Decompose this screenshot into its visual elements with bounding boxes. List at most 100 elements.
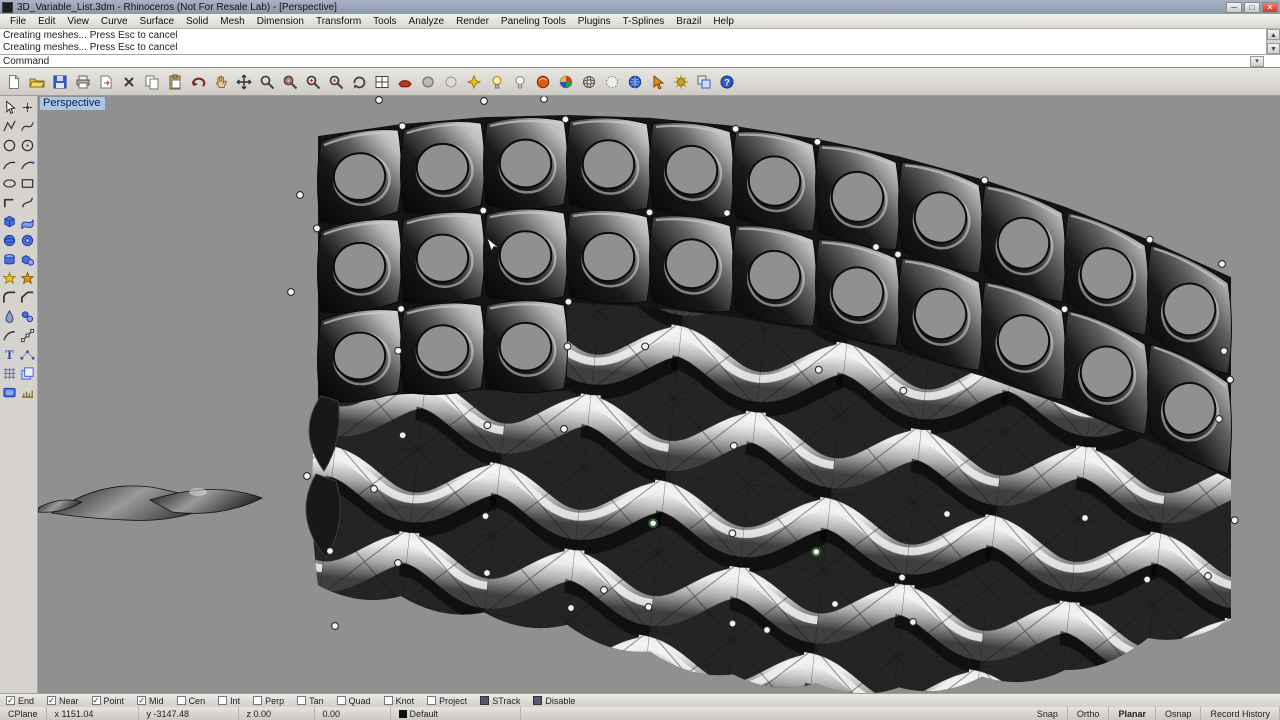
toggle-ortho[interactable]: Ortho xyxy=(1068,707,1110,720)
osnap-quad[interactable]: Quad xyxy=(337,696,371,706)
pan-hand-button[interactable] xyxy=(210,71,232,93)
checkbox-icon[interactable] xyxy=(218,696,227,705)
checkbox-icon[interactable] xyxy=(480,696,489,705)
sphere-solid-button[interactable] xyxy=(1,231,19,250)
osnap-cen[interactable]: Cen xyxy=(177,696,206,706)
delete-button[interactable] xyxy=(118,71,140,93)
minimize-button[interactable]: ─ xyxy=(1226,2,1242,13)
layer-copy-button[interactable] xyxy=(19,364,37,383)
print-button[interactable] xyxy=(72,71,94,93)
mesh-grid-button[interactable] xyxy=(1,364,19,383)
checkbox-icon[interactable] xyxy=(253,696,262,705)
checkbox-icon[interactable] xyxy=(297,696,306,705)
maximize-button[interactable]: □ xyxy=(1244,2,1260,13)
control-curve-button[interactable] xyxy=(19,117,37,136)
arc-tools-button[interactable] xyxy=(19,155,37,174)
osnap-tan[interactable]: Tan xyxy=(297,696,324,706)
save-button[interactable] xyxy=(49,71,71,93)
checkbox-icon[interactable] xyxy=(384,696,393,705)
zoom-extents-button[interactable] xyxy=(302,71,324,93)
menu-edit[interactable]: Edit xyxy=(32,16,61,27)
menu-file[interactable]: File xyxy=(4,16,32,27)
menu-transform[interactable]: Transform xyxy=(310,16,367,27)
menu-dimension[interactable]: Dimension xyxy=(251,16,310,27)
polyline-button[interactable] xyxy=(1,117,19,136)
export-button[interactable] xyxy=(95,71,117,93)
gear-options-button[interactable] xyxy=(670,71,692,93)
viewport-title-label[interactable]: Perspective xyxy=(40,97,105,110)
toggle-snap[interactable]: Snap xyxy=(1028,707,1068,720)
menu-mesh[interactable]: Mesh xyxy=(214,16,250,27)
undo-button[interactable] xyxy=(187,71,209,93)
pointer-tool-button[interactable] xyxy=(647,71,669,93)
sphere-wireframe-button[interactable] xyxy=(578,71,600,93)
command-input[interactable] xyxy=(53,56,1250,67)
menu-analyze[interactable]: Analyze xyxy=(403,16,451,27)
arc-blend-button[interactable] xyxy=(1,326,19,345)
zoom-selected-button[interactable] xyxy=(325,71,347,93)
render-mesh-button[interactable] xyxy=(394,71,416,93)
command-history-scrollbar[interactable]: ▲ ▼ xyxy=(1266,29,1280,54)
menu-help[interactable]: Help xyxy=(707,16,740,27)
corner-line-button[interactable] xyxy=(1,193,19,212)
panel-blue-button[interactable] xyxy=(1,383,19,402)
render-ball-button[interactable] xyxy=(532,71,554,93)
scroll-down-icon[interactable]: ▼ xyxy=(1267,43,1280,54)
fillet-button[interactable] xyxy=(1,288,19,307)
box-solid-button[interactable] xyxy=(1,212,19,231)
scale-handles-button[interactable] xyxy=(19,326,37,345)
rectangle-button[interactable] xyxy=(19,174,37,193)
open-folder-button[interactable] xyxy=(26,71,48,93)
point-tool-button[interactable] xyxy=(19,98,37,117)
solid-tools-button[interactable] xyxy=(19,250,37,269)
lamp-button[interactable] xyxy=(509,71,531,93)
menu-paneling-tools[interactable]: Paneling Tools xyxy=(495,16,572,27)
curve-tool-button[interactable] xyxy=(19,193,37,212)
lightbulb-button[interactable] xyxy=(486,71,508,93)
osnap-project[interactable]: Project xyxy=(427,696,467,706)
spotlight-button[interactable] xyxy=(463,71,485,93)
circle-button[interactable] xyxy=(1,136,19,155)
torus-solid-button[interactable] xyxy=(19,231,37,250)
earth-globe-button[interactable] xyxy=(624,71,646,93)
checkbox-icon[interactable] xyxy=(427,696,436,705)
checkbox-icon[interactable]: ✓ xyxy=(137,696,146,705)
boolean-burst-button[interactable] xyxy=(1,269,19,288)
menu-render[interactable]: Render xyxy=(450,16,495,27)
copy-button[interactable] xyxy=(141,71,163,93)
panel-manager-button[interactable] xyxy=(693,71,715,93)
text-tool-button[interactable]: T xyxy=(1,345,19,364)
checkbox-icon[interactable]: ✓ xyxy=(6,696,15,705)
boolean-burst2-button[interactable] xyxy=(19,269,37,288)
osnap-point[interactable]: ✓Point xyxy=(92,696,125,706)
chamfer-button[interactable] xyxy=(19,288,37,307)
checkbox-icon[interactable]: ✓ xyxy=(92,696,101,705)
layer-pane[interactable]: Default xyxy=(391,707,521,720)
axes-grid-button[interactable] xyxy=(19,383,37,402)
osnap-end[interactable]: ✓End xyxy=(6,696,34,706)
menu-curve[interactable]: Curve xyxy=(95,16,134,27)
menu-t-splines[interactable]: T-Splines xyxy=(617,16,671,27)
menu-plugins[interactable]: Plugins xyxy=(572,16,617,27)
viewport-layout-button[interactable] xyxy=(371,71,393,93)
move-cross-button[interactable] xyxy=(233,71,255,93)
checkbox-icon[interactable]: ✓ xyxy=(47,696,56,705)
menu-view[interactable]: View xyxy=(61,16,95,27)
paste-button[interactable] xyxy=(164,71,186,93)
surface-tool-button[interactable] xyxy=(19,212,37,231)
shaded-view-button[interactable] xyxy=(417,71,439,93)
checkbox-icon[interactable] xyxy=(177,696,186,705)
checkbox-icon[interactable] xyxy=(533,696,542,705)
join-spheres-button[interactable] xyxy=(19,307,37,326)
menu-tools[interactable]: Tools xyxy=(367,16,402,27)
sphere-ghosted-button[interactable] xyxy=(601,71,623,93)
toggle-osnap[interactable]: Osnap xyxy=(1156,707,1202,720)
osnap-knot[interactable]: Knot xyxy=(384,696,415,706)
ghosted-view-button[interactable] xyxy=(440,71,462,93)
zoom-window-button[interactable] xyxy=(279,71,301,93)
toggle-record-history[interactable]: Record History xyxy=(1201,707,1280,720)
viewport-perspective[interactable]: Perspective xyxy=(38,96,1280,693)
new-file-button[interactable] xyxy=(3,71,25,93)
ellipse-button[interactable] xyxy=(1,174,19,193)
osnap-perp[interactable]: Perp xyxy=(253,696,284,706)
